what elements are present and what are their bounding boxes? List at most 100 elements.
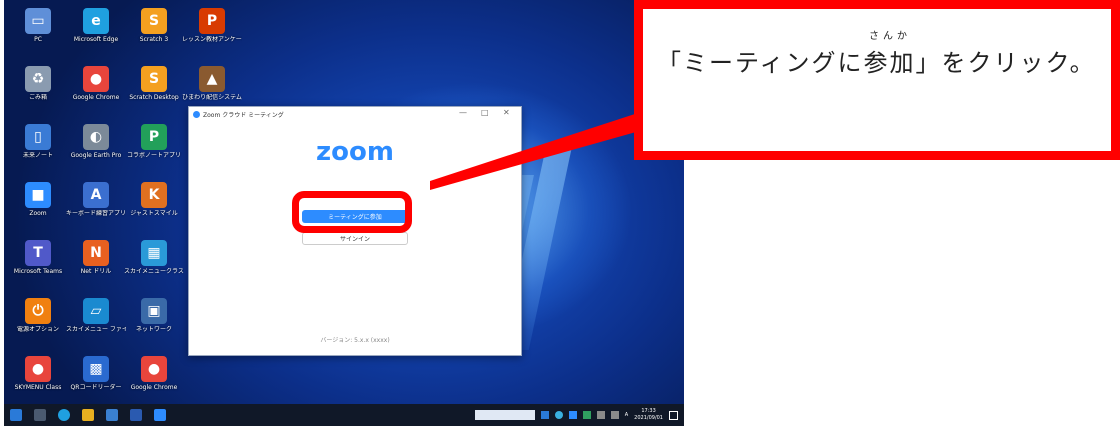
desktop-icon-label: 電源オプション — [16, 326, 59, 333]
desktop-icon[interactable]: ⏻ 電源オプション — [8, 298, 68, 350]
desktop-icon-label: ジャストスマイル — [130, 210, 178, 217]
desktop-icon[interactable]: ● Google Chrome — [66, 66, 126, 118]
tray-app-icon[interactable] — [540, 411, 549, 419]
app-icon: P — [141, 124, 167, 150]
search-box[interactable] — [474, 410, 535, 420]
desktop-icon-label: PC — [34, 36, 42, 43]
desktop-icon-label: キーボード練習アプリ — [66, 210, 126, 217]
desktop-icon-label: Microsoft Teams — [13, 268, 63, 275]
app-icon: ● — [141, 356, 167, 382]
sign-in-button[interactable]: サインイン — [302, 232, 408, 245]
zoom-window-title: Zoom クラウド ミーティング — [203, 111, 284, 119]
tray-app-icon[interactable] — [554, 411, 563, 419]
desktop-icon[interactable]: ▱ スカイメニュー ファイル — [66, 298, 126, 350]
desktop-icon[interactable]: ▦ スカイメニュークラス — [124, 240, 184, 292]
app-icon: A — [83, 182, 109, 208]
desktop-icon[interactable]: T Microsoft Teams — [8, 240, 68, 292]
zoom-app-icon — [193, 110, 200, 118]
notification-icon[interactable] — [669, 410, 678, 420]
desktop-icon[interactable]: ▣ ネットワーク — [124, 298, 184, 350]
desktop-icon[interactable]: S Scratch 3 — [124, 8, 184, 60]
zoom-titlebar: Zoom クラウド ミーティング — □ ✕ — [189, 107, 521, 121]
app-icon: ● — [83, 66, 109, 92]
app-icon: K — [141, 182, 167, 208]
desktop-icon-label: SKYMENU Class — [14, 384, 62, 391]
app-icon: ● — [25, 356, 51, 382]
desktop-icon[interactable]: ▭ PC — [8, 8, 68, 60]
desktop-icon[interactable]: ♻ ごみ箱 — [8, 66, 68, 118]
desktop-icon-label: Scratch Desktop — [129, 94, 179, 101]
desktop-icon-label: コラボノートアプリ — [126, 152, 181, 159]
desktop-icon[interactable]: P コラボノートアプリ — [124, 124, 184, 176]
desktop-icon[interactable]: K ジャストスマイル — [124, 182, 184, 234]
maximize-icon[interactable]: □ — [481, 108, 489, 117]
version-text: バージョン: 5.x.x (xxxx) — [320, 337, 390, 344]
desktop-icon[interactable]: ■ Zoom — [8, 182, 68, 234]
file-explorer-icon[interactable] — [82, 409, 94, 421]
start-icon[interactable] — [10, 409, 22, 421]
desktop-icon[interactable]: S Scratch Desktop — [124, 66, 184, 118]
desktop-icon[interactable]: P レッスン教材アンケート — [182, 8, 242, 60]
app-icon: ◐ — [83, 124, 109, 150]
app-icon: ▩ — [83, 356, 109, 382]
desktop-icon[interactable]: N Net ドリル — [66, 240, 126, 292]
app-icon: P — [199, 8, 225, 34]
callout-text: 「ミーティングに参加」をクリック。 — [657, 49, 1096, 77]
desktop-icon-label: スカイメニュークラス — [124, 268, 184, 275]
app-icon: e — [83, 8, 109, 34]
desktop-icon-label: QRコードリーダー — [70, 384, 122, 391]
instruction-callout: さんか 「ミーティングに参加」をクリック。 — [634, 0, 1120, 160]
close-icon[interactable]: ✕ — [503, 108, 510, 117]
desktop-icon-label: ネットワーク — [135, 326, 172, 333]
app-icon: N — [83, 240, 109, 266]
tray-app-icon[interactable] — [568, 411, 577, 419]
desktop-icon-label: 未来ノート — [22, 152, 53, 159]
app-icon: S — [141, 8, 167, 34]
desktop-icon-label: Scratch 3 — [139, 36, 169, 43]
desktop-icon[interactable]: ● Google Chrome — [124, 356, 184, 408]
app-icon: ▱ — [83, 298, 109, 324]
desktop-icon[interactable]: A キーボード練習アプリ — [66, 182, 126, 234]
edge-icon[interactable] — [58, 409, 70, 421]
desktop-icon[interactable]: ● SKYMENU Class — [8, 356, 68, 408]
clock[interactable]: 17:33 2021/09/01 — [634, 408, 663, 422]
desktop-icon[interactable]: ▯ 未来ノート — [8, 124, 68, 176]
desktop-icon-label: ひまわり配信システム — [182, 94, 242, 101]
minimize-icon[interactable]: — — [459, 108, 467, 117]
network-icon[interactable] — [596, 411, 605, 419]
app-icon: ▯ — [25, 124, 51, 150]
desktop-icon-label: レッスン教材アンケート — [182, 36, 242, 43]
desktop-icon-label: ごみ箱 — [28, 94, 47, 101]
app-icon: ▦ — [141, 240, 167, 266]
desktop-icon-label: Net ドリル — [80, 268, 112, 275]
desktop-icon[interactable]: ▩ QRコードリーダー — [66, 356, 126, 408]
desktop-icon[interactable]: ◐ Google Earth Pro — [66, 124, 126, 176]
word-icon[interactable] — [130, 409, 142, 421]
desktop-icon-label: Google Chrome — [72, 94, 120, 101]
desktop-icon[interactable]: e Microsoft Edge — [66, 8, 126, 60]
clock-time: 17:33 — [641, 408, 656, 414]
app-icon: ⏻ — [25, 298, 51, 324]
task-view-icon[interactable] — [34, 409, 46, 421]
callout-furigana: さんか — [869, 31, 911, 42]
clock-date: 2021/09/01 — [634, 415, 663, 421]
app-icon: ▭ — [25, 8, 51, 34]
desktop-icon-label: Microsoft Edge — [73, 36, 119, 43]
app-icon: ▲ — [199, 66, 225, 92]
ime-indicator[interactable]: A — [625, 412, 628, 418]
taskbar: A 17:33 2021/09/01 — [4, 404, 684, 426]
desktop-icon-label: Google Earth Pro — [70, 152, 122, 159]
app-icon: ■ — [25, 182, 51, 208]
join-button-highlight — [292, 191, 412, 233]
desktop-icon-label: Google Chrome — [130, 384, 178, 391]
zoom-taskbar-icon[interactable] — [154, 409, 166, 421]
volume-icon[interactable] — [610, 411, 619, 419]
tray-app-icon[interactable] — [582, 411, 591, 419]
zoom-logo: zoom — [316, 137, 394, 167]
desktop-icon-label: Zoom — [29, 210, 47, 217]
desktop-icon-label: スカイメニュー ファイル — [66, 326, 126, 333]
desktop-screenshot: ▭ PC e Microsoft Edge S Scratch 3 P レッスン教材アンケート… — [4, 0, 684, 426]
store-icon[interactable] — [106, 409, 118, 421]
system-tray: A 17:33 2021/09/01 — [474, 404, 678, 426]
app-icon: S — [141, 66, 167, 92]
